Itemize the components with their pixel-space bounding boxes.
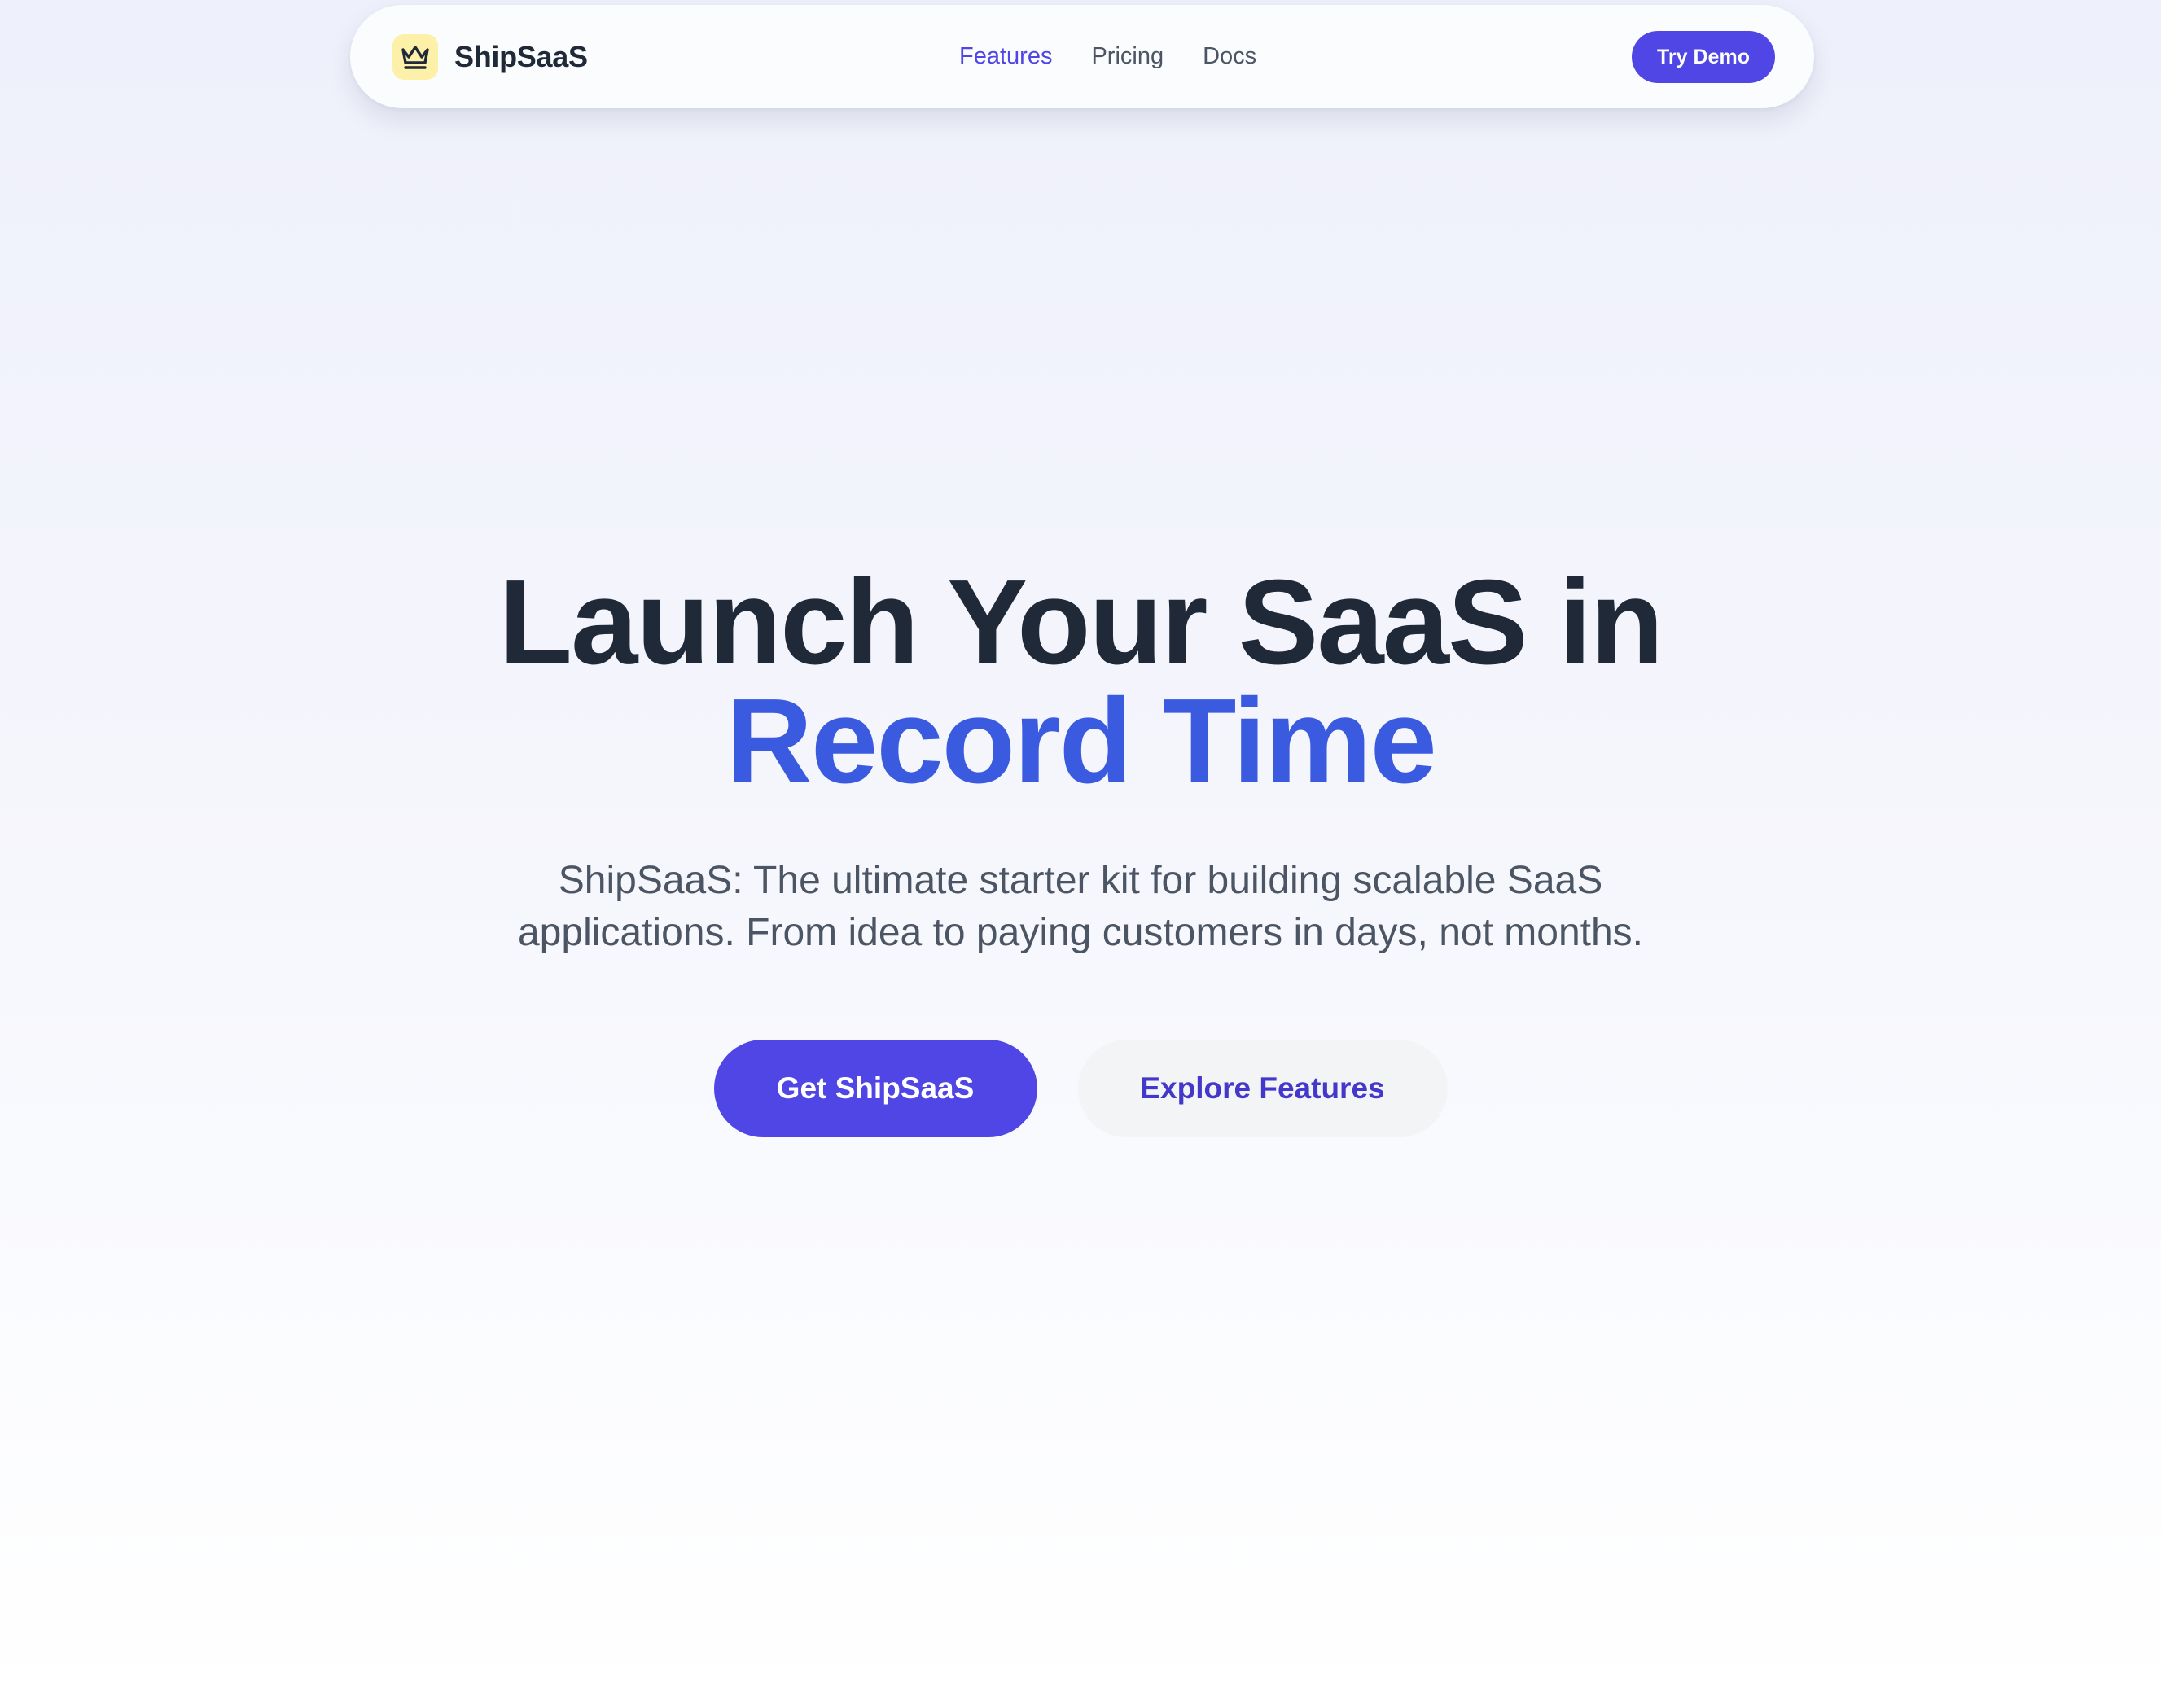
nav-link-docs[interactable]: Docs: [1203, 43, 1256, 70]
brand-name: ShipSaaS: [454, 40, 588, 73]
explore-features-button[interactable]: Explore Features: [1077, 1040, 1448, 1137]
hero-title-line1: Launch Your SaaS in: [498, 555, 1664, 690]
top-navbar: ShipSaaS Features Pricing Docs Try Demo: [350, 5, 1814, 108]
nav-link-pricing[interactable]: Pricing: [1091, 43, 1164, 70]
nav-links: Features Pricing Docs: [959, 5, 1256, 108]
nav-link-features[interactable]: Features: [959, 43, 1052, 70]
hero-title: Launch Your SaaS in Record Time: [0, 563, 2161, 802]
hero-subtitle-line2: applications. From idea to paying custom…: [517, 911, 1643, 954]
hero-title-highlight: Record Time: [725, 674, 1437, 808]
hero-subtitle: ShipSaaS: The ultimate starter kit for b…: [429, 855, 1732, 959]
hero-subtitle-line1: ShipSaaS: The ultimate starter kit for b…: [558, 859, 1603, 902]
brand-logo[interactable]: ShipSaaS: [392, 34, 588, 80]
get-shipsaas-button[interactable]: Get ShipSaaS: [713, 1040, 1037, 1137]
crown-icon: [392, 34, 438, 80]
cta-row: Get ShipSaaS Explore Features: [0, 1040, 2161, 1137]
try-demo-button[interactable]: Try Demo: [1632, 31, 1775, 83]
